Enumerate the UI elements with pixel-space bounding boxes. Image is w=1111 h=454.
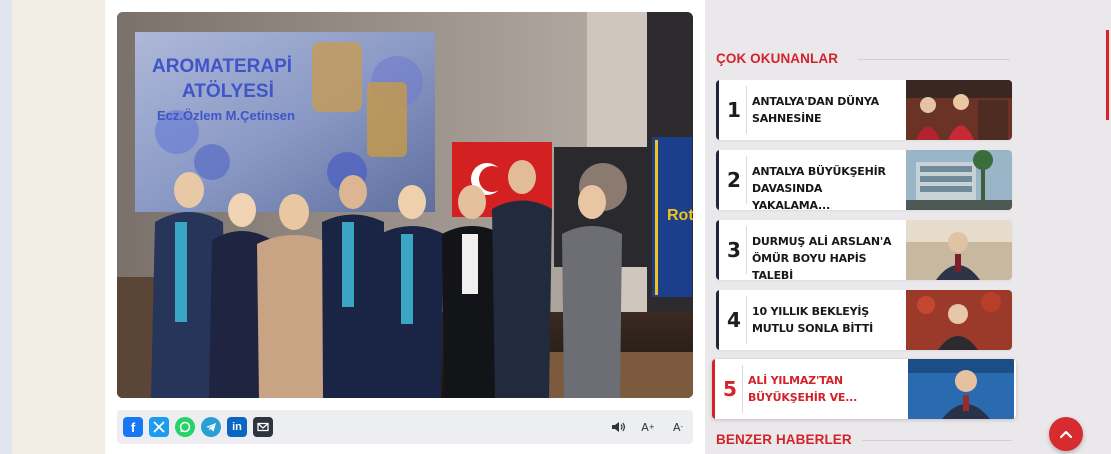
item-divider <box>746 296 747 344</box>
share-whatsapp-button[interactable] <box>175 417 195 437</box>
most-read-item-2[interactable]: 2 ANTALYA BÜYÜKŞEHİR DAVASINDA YAKALAMA.… <box>716 150 1012 210</box>
item-rank: 2 <box>727 168 741 192</box>
share-facebook-button[interactable]: f <box>123 417 143 437</box>
screen-subtitle: Ecz.Özlem M.Çetinsen <box>157 108 295 123</box>
font-increase-button[interactable]: A + <box>639 417 657 437</box>
item-accent-bar <box>716 80 719 140</box>
screen-title-line1: AROMATERAPİ <box>152 56 292 77</box>
font-increase-plus: + <box>648 423 655 431</box>
item-title: ANTALYA'DAN DÜNYA SAHNESİNE <box>752 95 879 125</box>
telegram-icon <box>206 423 216 432</box>
item-rank: 4 <box>727 308 741 332</box>
item-accent-bar <box>716 290 719 350</box>
rotary-banner-text: Rot <box>667 207 693 224</box>
item-divider <box>742 365 743 413</box>
group-photo-image: AROMATERAPİ ATÖLYESİ Ecz.Özlem M.Çetinse… <box>117 12 693 398</box>
linkedin-icon: in <box>232 421 242 433</box>
x-icon <box>153 421 165 433</box>
item-divider <box>746 156 747 204</box>
item-title: DURMUŞ ALİ ARSLAN'A ÖMÜR BOYU HAPİS TALE… <box>752 235 892 280</box>
share-toolbar: f in A + A- <box>117 410 693 444</box>
item-thumbnail <box>906 80 1012 140</box>
item-title: ANTALYA BÜYÜKŞEHİR DAVASINDA YAKALAMA... <box>752 165 886 210</box>
scroll-to-top-button[interactable] <box>1049 417 1083 451</box>
speaker-icon <box>612 422 625 432</box>
article-photo[interactable]: AROMATERAPİ ATÖLYESİ Ecz.Özlem M.Çetinse… <box>117 12 693 398</box>
item-rank: 5 <box>723 377 737 401</box>
page-background-left <box>0 0 12 454</box>
most-read-divider <box>858 59 1010 60</box>
listen-button[interactable] <box>610 417 628 437</box>
most-read-item-3[interactable]: 3 DURMUŞ ALİ ARSLAN'A ÖMÜR BOYU HAPİS TA… <box>716 220 1012 280</box>
share-email-button[interactable] <box>253 417 273 437</box>
font-decrease-button[interactable]: A- <box>669 417 687 437</box>
item-thumbnail <box>906 220 1012 280</box>
item-accent-bar <box>716 150 719 210</box>
facebook-icon: f <box>130 419 136 435</box>
screen-title-line2: ATÖLYESİ <box>182 81 274 102</box>
font-increase-label: A <box>641 420 649 434</box>
item-title: 10 YILLIK BEKLEYİŞ MUTLU SONLA BİTTİ <box>752 305 874 335</box>
item-thumbnail <box>906 150 1012 210</box>
chevron-up-icon <box>1059 430 1073 439</box>
font-decrease-minus: - <box>680 423 684 431</box>
share-x-button[interactable] <box>149 417 169 437</box>
item-rank: 1 <box>727 98 741 122</box>
related-news-divider <box>862 440 1012 441</box>
email-icon <box>257 422 269 432</box>
scroll-indicator <box>1106 30 1109 120</box>
item-divider <box>746 226 747 274</box>
most-read-item-1[interactable]: 1 ANTALYA'DAN DÜNYA SAHNESİNE <box>716 80 1012 140</box>
share-linkedin-button[interactable]: in <box>227 417 247 437</box>
font-decrease-label: A <box>672 420 681 434</box>
item-divider <box>746 86 747 134</box>
most-read-item-5[interactable]: 5 ALİ YILMAZ'TAN BÜYÜKŞEHİR VE... <box>712 359 1016 419</box>
item-title: ALİ YILMAZ'TAN BÜYÜKŞEHİR VE... <box>748 374 858 404</box>
related-news-heading: BENZER HABERLER <box>716 432 852 447</box>
item-accent-bar <box>716 220 719 280</box>
item-thumbnail <box>906 290 1012 350</box>
most-read-heading: ÇOK OKUNANLAR <box>716 51 839 66</box>
item-rank: 3 <box>727 238 741 262</box>
most-read-item-4[interactable]: 4 10 YILLIK BEKLEYİŞ MUTLU SONLA BİTTİ <box>716 290 1012 350</box>
whatsapp-icon <box>179 421 191 433</box>
item-thumbnail <box>908 359 1014 419</box>
share-telegram-button[interactable] <box>201 417 221 437</box>
item-accent-bar <box>712 359 715 419</box>
